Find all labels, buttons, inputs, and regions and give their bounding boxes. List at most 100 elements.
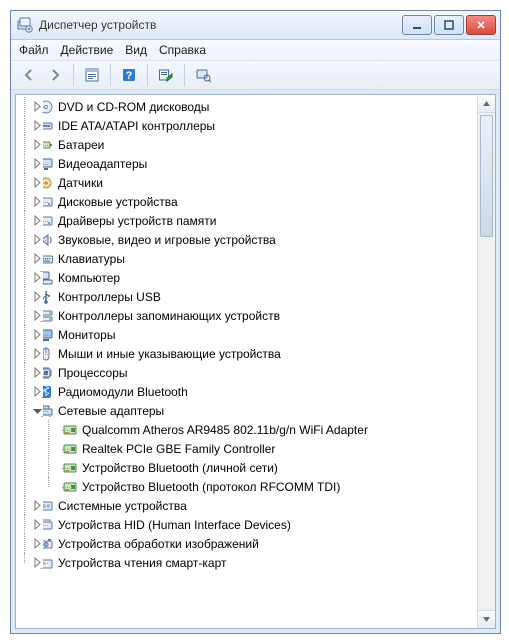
tree-item-label: Устройства обработки изображений bbox=[58, 537, 259, 551]
maximize-button[interactable] bbox=[434, 15, 464, 35]
expand-icon[interactable] bbox=[32, 234, 43, 245]
expand-icon[interactable] bbox=[32, 196, 43, 207]
collapse-icon[interactable] bbox=[32, 405, 43, 416]
toolbar-scan-button[interactable] bbox=[154, 64, 178, 86]
expand-icon[interactable] bbox=[32, 348, 43, 359]
titlebar: Диспетчер устройств bbox=[11, 11, 500, 40]
scrollbar-down-button[interactable] bbox=[478, 610, 495, 628]
svg-text:?: ? bbox=[126, 70, 133, 82]
menu-help[interactable]: Справка bbox=[159, 43, 206, 57]
tree-item[interactable]: Дисковые устройства bbox=[36, 192, 478, 211]
caption-buttons bbox=[402, 15, 496, 35]
toolbar-properties-button[interactable] bbox=[80, 64, 104, 86]
expand-icon[interactable] bbox=[32, 386, 43, 397]
tree-item-label: Звуковые, видео и игровые устройства bbox=[58, 233, 276, 247]
scrollbar-track[interactable] bbox=[478, 113, 495, 610]
tree-item[interactable]: Процессоры bbox=[36, 363, 478, 382]
expand-icon[interactable] bbox=[32, 291, 43, 302]
tree-item[interactable]: Звуковые, видео и игровые устройства bbox=[36, 230, 478, 249]
tree-container: DVD и CD-ROM дисководы IDE ATA/ATAPI конт… bbox=[15, 94, 496, 629]
tree-item-label: Устройство Bluetooth (протокол RFCOMM TD… bbox=[82, 480, 340, 494]
expand-icon[interactable] bbox=[32, 101, 43, 112]
tree-item[interactable]: DVD и CD-ROM дисководы bbox=[36, 97, 478, 116]
expand-icon[interactable] bbox=[32, 253, 43, 264]
tree-item-label: IDE ATA/ATAPI контроллеры bbox=[58, 119, 215, 133]
tree-item[interactable]: Контроллеры запоминающих устройств bbox=[36, 306, 478, 325]
tree-item-label: Видеоадаптеры bbox=[58, 157, 147, 171]
toolbar-help-button[interactable]: ? bbox=[117, 64, 141, 86]
expand-icon[interactable] bbox=[32, 120, 43, 131]
expand-icon[interactable] bbox=[32, 329, 43, 340]
tree-node-disk: Дисковые устройства bbox=[22, 192, 478, 211]
expand-icon[interactable] bbox=[32, 139, 43, 150]
toolbar-show-hidden-button[interactable] bbox=[191, 64, 215, 86]
nic-icon bbox=[62, 479, 78, 495]
tree-node-video: Видеоадаптеры bbox=[22, 154, 478, 173]
tree-node-net-wifi: Qualcomm Atheros AR9485 802.11b/g/n WiFi… bbox=[46, 420, 478, 439]
tree-item-label: Компьютер bbox=[58, 271, 120, 285]
menu-action[interactable]: Действие bbox=[61, 43, 114, 57]
tree-item[interactable]: Мониторы bbox=[36, 325, 478, 344]
tree-item[interactable]: Устройство Bluetooth (протокол RFCOMM TD… bbox=[60, 477, 478, 496]
tree-item-label: Клавиатуры bbox=[58, 252, 125, 266]
tree-node-net-gbe: Realtek PCIe GBE Family Controller bbox=[46, 439, 478, 458]
tree-item[interactable]: Устройства чтения смарт-карт bbox=[36, 553, 478, 572]
tree-item[interactable]: Системные устройства bbox=[36, 496, 478, 515]
tree-item[interactable]: Батареи bbox=[36, 135, 478, 154]
expand-icon[interactable] bbox=[32, 538, 43, 549]
toolbar-separator bbox=[73, 64, 74, 86]
expand-icon[interactable] bbox=[32, 500, 43, 511]
device-manager-window: Диспетчер устройств Файл Действие Вид Сп… bbox=[10, 10, 501, 634]
expand-icon[interactable] bbox=[32, 158, 43, 169]
tree-scroll-viewport[interactable]: DVD и CD-ROM дисководы IDE ATA/ATAPI конт… bbox=[16, 95, 478, 628]
vertical-scrollbar[interactable] bbox=[477, 95, 495, 628]
expand-icon[interactable] bbox=[32, 177, 43, 188]
tree-node-net-btpan: Устройство Bluetooth (личной сети) bbox=[46, 458, 478, 477]
tree-item-label: Контроллеры запоминающих устройств bbox=[58, 309, 280, 323]
scrollbar-up-button[interactable] bbox=[478, 95, 495, 113]
tree-item[interactable]: Realtek PCIe GBE Family Controller bbox=[60, 439, 478, 458]
expand-icon[interactable] bbox=[32, 519, 43, 530]
nic-icon bbox=[62, 441, 78, 457]
expand-icon[interactable] bbox=[32, 367, 43, 378]
tree-node-keyboard: Клавиатуры bbox=[22, 249, 478, 268]
device-tree[interactable]: DVD и CD-ROM дисководы IDE ATA/ATAPI конт… bbox=[16, 95, 478, 576]
tree-item[interactable]: Датчики bbox=[36, 173, 478, 192]
tree-item[interactable]: Радиомодули Bluetooth bbox=[36, 382, 478, 401]
tree-item[interactable]: Сетевые адаптеры bbox=[36, 401, 478, 420]
tree-item[interactable]: Qualcomm Atheros AR9485 802.11b/g/n WiFi… bbox=[60, 420, 478, 439]
tree-item[interactable]: Контроллеры USB bbox=[36, 287, 478, 306]
tree-item[interactable]: Видеоадаптеры bbox=[36, 154, 478, 173]
tree-item-label: DVD и CD-ROM дисководы bbox=[58, 100, 209, 114]
client-area: DVD и CD-ROM дисководы IDE ATA/ATAPI конт… bbox=[11, 90, 500, 633]
tree-item-label: Радиомодули Bluetooth bbox=[58, 385, 188, 399]
tree-item[interactable]: Устройства HID (Human Interface Devices) bbox=[36, 515, 478, 534]
expand-icon[interactable] bbox=[32, 272, 43, 283]
tree-item[interactable]: Устройство Bluetooth (личной сети) bbox=[60, 458, 478, 477]
scrollbar-thumb[interactable] bbox=[480, 115, 493, 237]
expand-icon[interactable] bbox=[32, 215, 43, 226]
tree-item[interactable]: IDE ATA/ATAPI контроллеры bbox=[36, 116, 478, 135]
menu-file[interactable]: Файл bbox=[19, 43, 49, 57]
expand-icon[interactable] bbox=[32, 557, 43, 568]
tree-item-label: Батареи bbox=[58, 138, 104, 152]
tree-item-label: Устройства HID (Human Interface Devices) bbox=[58, 518, 291, 532]
tree-node-network: Сетевые адаптерыQualcomm Atheros AR9485 … bbox=[22, 401, 478, 496]
tree-item[interactable]: Клавиатуры bbox=[36, 249, 478, 268]
menu-view[interactable]: Вид bbox=[125, 43, 147, 57]
tree-item[interactable]: Мыши и иные указывающие устройства bbox=[36, 344, 478, 363]
tree-node-sensors: Датчики bbox=[22, 173, 478, 192]
minimize-button[interactable] bbox=[402, 15, 432, 35]
expand-icon[interactable] bbox=[32, 310, 43, 321]
tree-node-net-btrf: Устройство Bluetooth (протокол RFCOMM TD… bbox=[46, 477, 478, 496]
close-button[interactable] bbox=[466, 15, 496, 35]
toolbar: ? bbox=[11, 61, 500, 90]
toolbar-forward-button[interactable] bbox=[43, 64, 67, 86]
tree-item[interactable]: Драйверы устройств памяти bbox=[36, 211, 478, 230]
tree-node-mouse: Мыши и иные указывающие устройства bbox=[22, 344, 478, 363]
tree-item-label: Дисковые устройства bbox=[58, 195, 178, 209]
toolbar-back-button[interactable] bbox=[17, 64, 41, 86]
tree-item-label: Устройство Bluetooth (личной сети) bbox=[82, 461, 278, 475]
tree-item[interactable]: Компьютер bbox=[36, 268, 478, 287]
tree-item[interactable]: Устройства обработки изображений bbox=[36, 534, 478, 553]
